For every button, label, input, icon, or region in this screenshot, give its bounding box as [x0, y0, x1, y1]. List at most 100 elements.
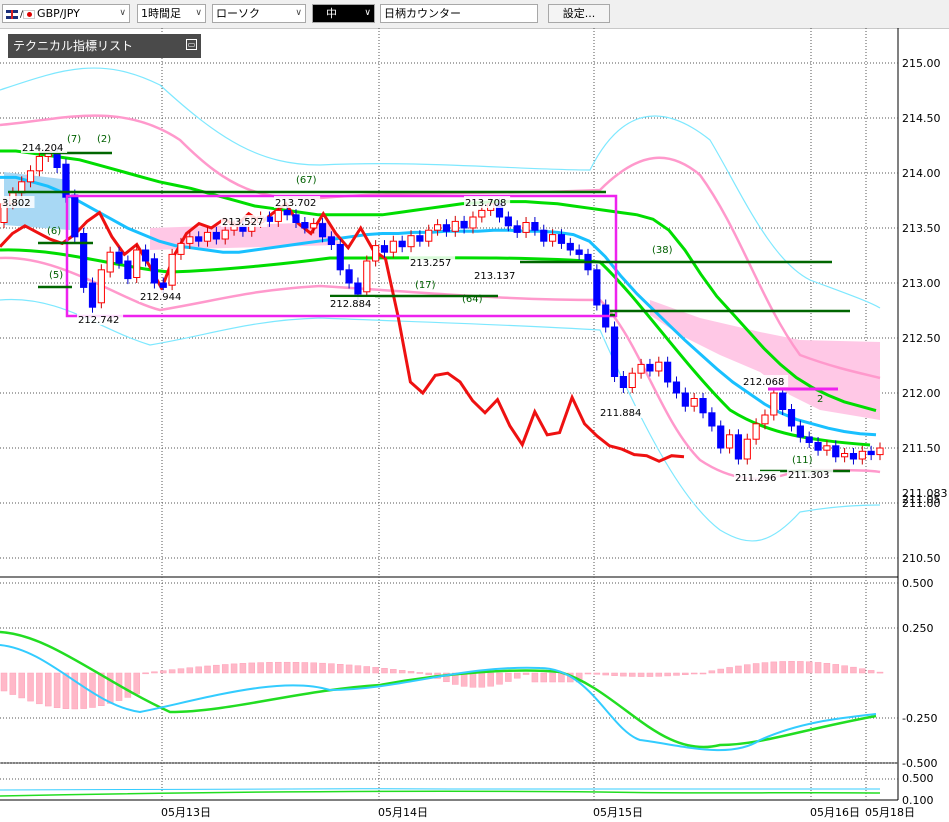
candle-body [841, 453, 849, 458]
candle-body [354, 282, 362, 295]
price-tick-label: 214.50 [902, 112, 941, 125]
candle-body [97, 269, 105, 304]
panel-toggle-icon[interactable]: ▭ [186, 39, 197, 50]
macd-histogram-bar [859, 668, 866, 674]
macd-histogram-bar [204, 665, 211, 674]
candle-body [141, 249, 150, 262]
candle-body [717, 425, 725, 449]
price-tick-label: 213.50 [902, 222, 941, 235]
candle-body [575, 249, 583, 255]
macd-histogram-bar [850, 666, 857, 674]
macd-tick-label: 0.500 [902, 577, 934, 590]
candle-body [699, 398, 707, 414]
price-annotation: 213.527 [222, 217, 263, 228]
count-annotation: (5) [49, 270, 63, 281]
macd-histogram-bar [593, 672, 601, 675]
chikou-line [0, 201, 685, 463]
candle-body [168, 253, 176, 286]
candle-body [469, 216, 477, 229]
macd-pane [0, 630, 884, 797]
indicator-list-title: テクニカル指標リスト [13, 39, 134, 53]
macd-histogram-bar [487, 672, 494, 687]
macd-histogram-bar [195, 666, 202, 674]
candle-body [451, 220, 459, 232]
candle-body [115, 251, 123, 264]
candle-body [557, 234, 566, 244]
macd-histogram-bar [398, 670, 406, 674]
candle-body [796, 425, 804, 438]
candle-body [124, 260, 132, 280]
candle-body [26, 170, 35, 183]
macd-histogram-bar [496, 672, 503, 685]
macd-histogram-bar [44, 672, 52, 707]
macd-histogram-bar [363, 666, 371, 674]
macd-histogram-bar [168, 669, 176, 674]
macd-histogram-bar [98, 672, 105, 706]
candle-body [407, 235, 415, 248]
price-annotation: 212.944 [140, 292, 181, 303]
price-annotation: 211.884 [600, 408, 641, 419]
ma-cyan-line [0, 175, 877, 437]
count-annotation: (6) [47, 226, 61, 237]
candle-body [823, 445, 831, 451]
macd-histogram-bar [275, 661, 282, 674]
candle-body [752, 423, 760, 440]
price-annotation: 213.702 [275, 198, 316, 209]
price-tick-label: 214.00 [902, 167, 941, 180]
macd-histogram-bar [505, 672, 512, 682]
macd-histogram-bar [805, 661, 813, 674]
macd-histogram-bar [478, 672, 486, 688]
macd-histogram-bar [673, 672, 680, 676]
candle-body [71, 194, 79, 238]
candle-body [610, 326, 619, 377]
candle-body [566, 242, 574, 251]
macd-histogram-bar [390, 669, 397, 674]
macd-histogram-bar [124, 672, 132, 698]
macd-histogram-bar [407, 671, 415, 674]
macd-histogram-bar [797, 661, 804, 674]
candle-body [876, 447, 884, 456]
macd-histogram-bar [257, 662, 264, 674]
macd-histogram-bar [602, 672, 609, 676]
macd-histogram-bar [425, 672, 432, 676]
macd-histogram-bar [416, 672, 424, 674]
macd-histogram-bar [345, 664, 353, 674]
macd-histogram-bar [18, 672, 25, 699]
candle-body [655, 361, 663, 372]
price-annotation: 213.257 [410, 258, 451, 269]
candle-body [35, 156, 43, 172]
macd-histogram-bar [283, 661, 291, 674]
count-annotation: (64) [462, 294, 483, 305]
date-tick-label: 05月13日 [161, 806, 211, 819]
macd-histogram-bar [177, 668, 185, 674]
macd-histogram-bar [752, 663, 760, 674]
price-tick-label: 215.00 [902, 57, 941, 70]
macd-histogram-bar [230, 663, 238, 674]
macd-histogram-bar [248, 662, 256, 674]
price-annotation: 213.137 [474, 271, 515, 282]
candle-body [690, 398, 698, 407]
candle-body [133, 249, 141, 278]
moving-averages [0, 149, 877, 463]
macd-histogram-bar [319, 662, 326, 674]
macd-histogram-bar [354, 665, 362, 674]
candle-body [779, 392, 787, 410]
price-annotation: 212.884 [330, 299, 371, 310]
macd-tick-label: 0.250 [902, 622, 934, 635]
candle-body [159, 282, 167, 288]
candle-body [372, 245, 380, 262]
price-axis: 215.00 214.50 214.00 213.50 213.00 212.50 212.… [902, 57, 948, 807]
candle-body [177, 242, 185, 255]
macd-histogram-bar [867, 670, 875, 674]
indicator-list-panel[interactable]: テクニカル指標リスト ▭ [8, 34, 201, 58]
price-tick-label: 212.50 [902, 332, 941, 345]
macd-histogram-bar [213, 664, 220, 674]
macd-histogram-bar [522, 672, 530, 675]
macd-histogram-bar [761, 662, 769, 674]
count-annotation: 2 [817, 394, 823, 405]
count-annotation: (17) [415, 280, 436, 291]
date-tick-label: 05月16日 [810, 806, 860, 819]
candle-body [106, 251, 114, 273]
macd-histogram-bar [540, 672, 548, 683]
osc-tick-label: 0.500 [902, 772, 934, 785]
